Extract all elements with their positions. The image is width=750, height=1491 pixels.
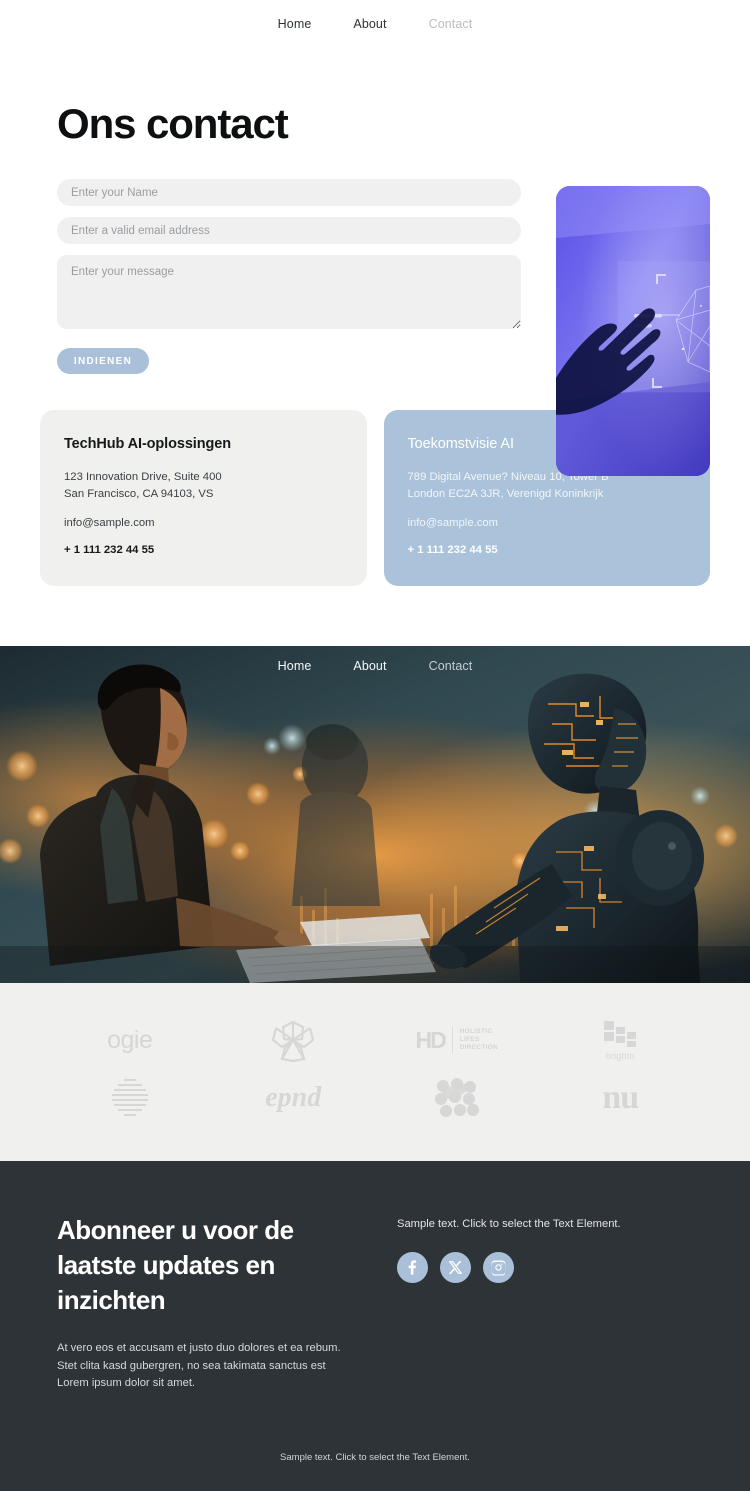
hd-sub-3: DIRECTION (459, 1044, 499, 1052)
page-title: Ons contact (57, 100, 289, 147)
ogie-logo-text: ogie (107, 1025, 153, 1054)
name-input[interactable] (57, 179, 521, 206)
card-phone[interactable]: + 1 111 232 44 55 (64, 544, 343, 556)
hd-subtext: HOLISTIC LIFES DIRECTION (460, 1028, 498, 1053)
dot-cluster-logo (382, 1070, 532, 1126)
hd-holistic-lifes-direction-logo: HD HOLISTIC LIFES DIRECTION (382, 1012, 532, 1068)
footer-heading: Abonneer u voor de laatste updates en in… (57, 1215, 294, 1315)
striped-globe-logo (55, 1070, 205, 1126)
flower-star-logo (218, 1012, 368, 1068)
hand-touching-hologram-image (556, 186, 710, 476)
hd-sub-1: HOLISTIC (459, 1027, 493, 1035)
card-phone[interactable]: + 1 111 232 44 55 (408, 544, 687, 556)
card-email[interactable]: info@sample.com (64, 515, 343, 532)
hero-nav-item-about[interactable]: About (353, 659, 386, 673)
social-links (397, 1252, 687, 1283)
contact-card-techhub: TechHub AI-oplossingen 123 Innovation Dr… (40, 410, 367, 586)
site-footer: Abonneer u voor de laatste updates en in… (0, 1161, 750, 1491)
footer-left-column: Abonneer u voor de laatste updates en in… (57, 1213, 357, 1393)
contact-form: INDIENEN (57, 179, 521, 374)
nav-item-about[interactable]: About (353, 17, 386, 31)
nu-logo-text: nu (602, 1079, 639, 1116)
nav-item-contact[interactable]: Contact (429, 17, 473, 31)
facebook-icon[interactable] (397, 1252, 428, 1283)
hd-divider (451, 1027, 453, 1053)
script-wordmark-logo: epnd (218, 1070, 368, 1126)
logo-row-1: ogie HD HOLISTIC LIFES DIRECTION brighto (0, 1011, 750, 1069)
contact-section: Ons contact INDIENEN (0, 103, 750, 612)
card-address-line-2: San Francisco, CA 94103, VS (64, 488, 214, 500)
hd-mark-text: HD (415, 1026, 446, 1053)
nav-item-home[interactable]: Home (278, 17, 312, 31)
ogie-logo: ogie (55, 1012, 205, 1068)
hero-nav-item-contact[interactable]: Contact (429, 659, 473, 673)
card-address-line-1: 123 Innovation Drive, Suite 400 (64, 471, 222, 483)
footer-bottom-text: Sample text. Click to select the Text El… (280, 1452, 470, 1463)
card-email[interactable]: info@sample.com (408, 515, 687, 532)
footer-body-line-3: Lorem ipsum dolor sit amet. (57, 1377, 196, 1389)
hero-banner: Home About Contact (0, 646, 750, 983)
footer-body-line-2: Stet clita kasd gubergren, no sea takima… (57, 1359, 326, 1372)
hd-sub-2: LIFES (459, 1035, 480, 1043)
hero-nav-item-home[interactable]: Home (278, 659, 312, 673)
footer-right-column: Sample text. Click to select the Text El… (357, 1213, 687, 1393)
instagram-icon[interactable] (483, 1252, 514, 1283)
footer-sample-text: Sample text. Click to select the Text El… (397, 1218, 621, 1230)
brighto-logo-text: brighto (605, 1051, 635, 1061)
script-wordmark-text: epnd (265, 1082, 322, 1113)
x-twitter-icon[interactable] (440, 1252, 471, 1283)
woman-and-robot-at-keyboard-image (0, 646, 750, 983)
footer-body-line-1: At vero eos et accusam et justo duo dolo… (57, 1342, 341, 1354)
partner-logos-section: ogie HD HOLISTIC LIFES DIRECTION brighto… (0, 983, 750, 1161)
logo-row-2: epnd nu (0, 1069, 750, 1127)
hero-navigation: Home About Contact (0, 646, 750, 686)
submit-button[interactable]: INDIENEN (57, 348, 149, 374)
brighto-logo: brighto (545, 1012, 695, 1068)
card-address-line-2: London EC2A 3JR, Verenigd Koninkrijk (407, 488, 604, 500)
footer-body: At vero eos et accusam et justo duo dolo… (57, 1340, 357, 1393)
email-input[interactable] (57, 217, 521, 244)
nu-logo: nu (545, 1070, 695, 1126)
card-title: TechHub AI-oplossingen (64, 436, 231, 452)
top-navigation: Home About Contact (0, 0, 750, 48)
message-textarea[interactable] (57, 255, 521, 329)
